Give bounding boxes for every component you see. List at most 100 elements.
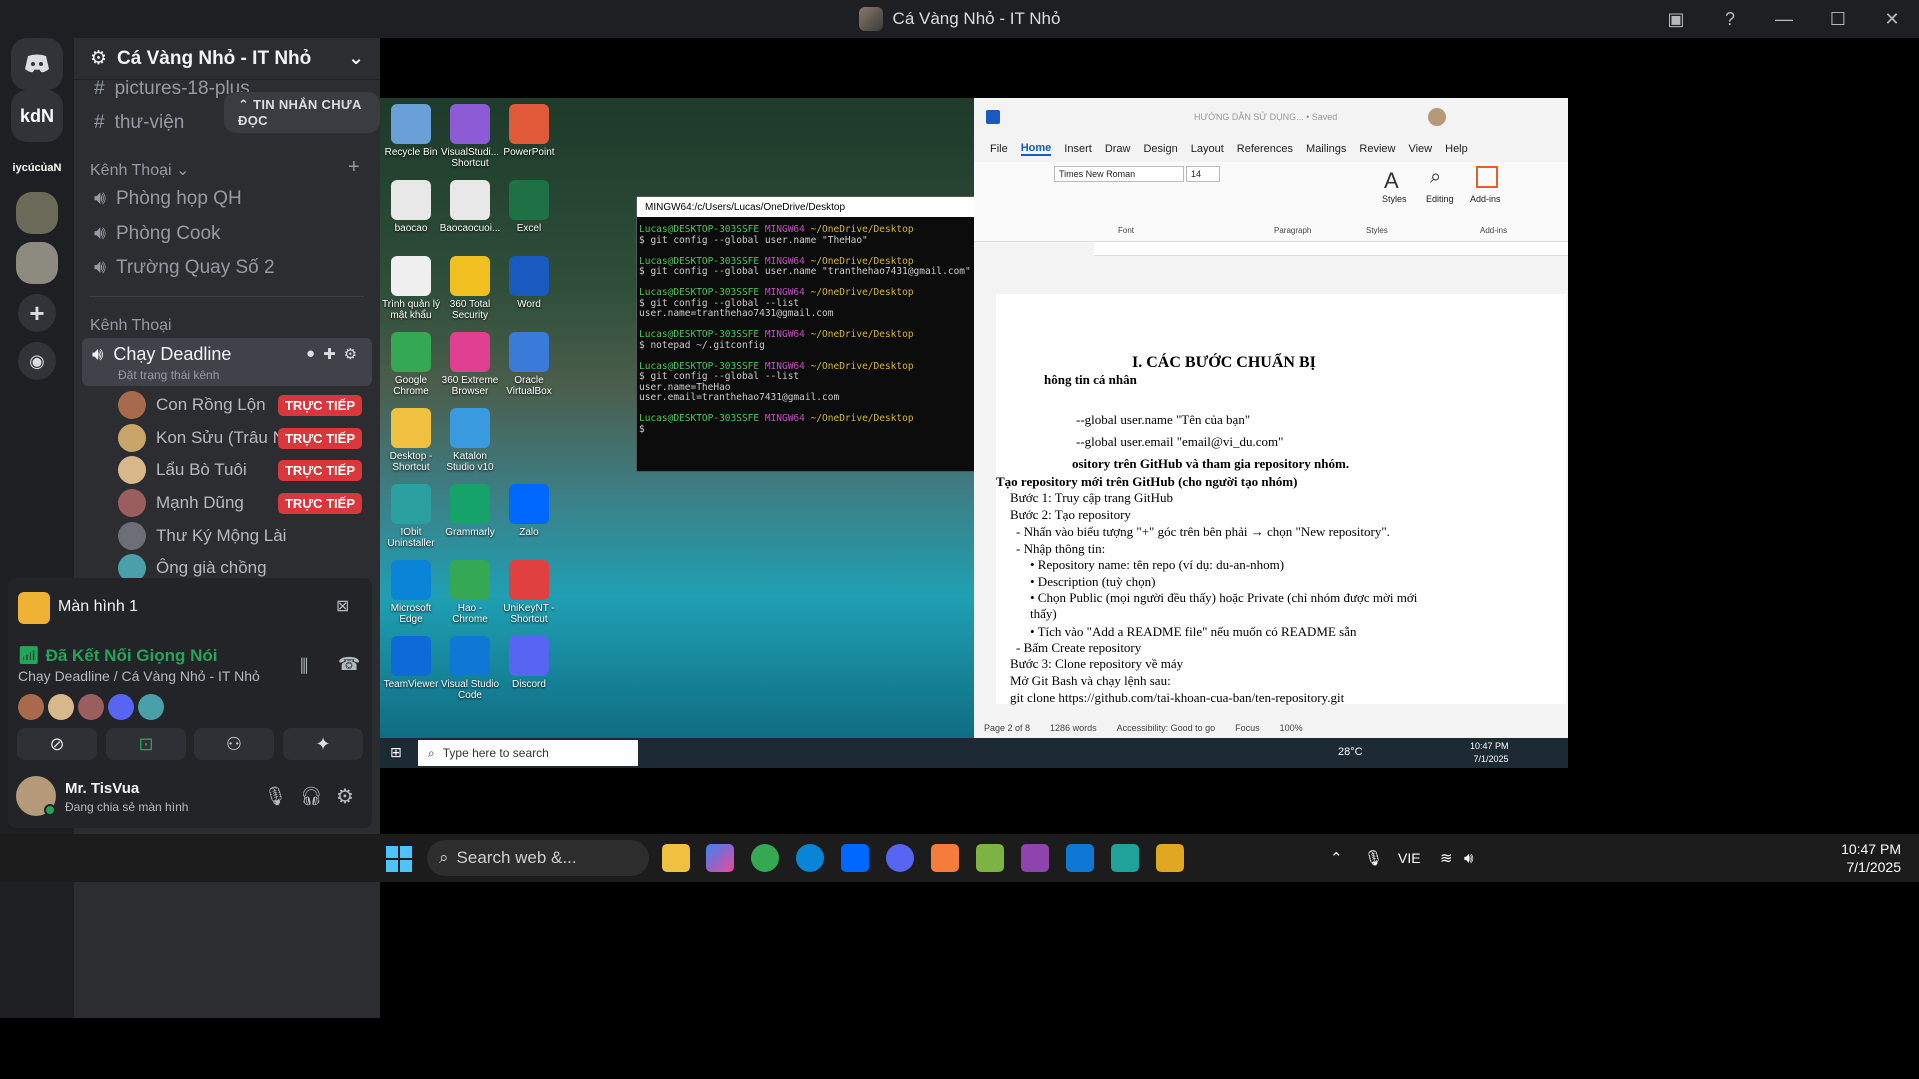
inner-search-box[interactable]: ⌕ Type here to search — [418, 740, 638, 766]
server-avatar-2[interactable] — [16, 242, 58, 284]
visual-studio-icon[interactable] — [1021, 844, 1049, 872]
screen-stream-view[interactable]: Recycle Bin VisualStudi... Shortcut PowerP… — [380, 98, 1568, 768]
share-screen-button[interactable]: ⊡ — [106, 728, 186, 760]
voice-channel-1[interactable]: 🔊︎ Phòng họp QH — [94, 188, 242, 210]
app-icon-teal[interactable] — [1111, 844, 1139, 872]
chat-bubble-icon[interactable]: ● — [306, 345, 315, 363]
unread-messages-pill[interactable]: ⌃ TIN NHẮN CHƯA ĐỌC — [224, 92, 380, 133]
word-window[interactable]: HƯỚNG DẪN SỬ DỤNG... • Saved File Home Ins… — [974, 98, 1568, 738]
desktop-icon[interactable]: 360 Total Security — [439, 256, 501, 321]
desktop-icon[interactable]: Microsoft Edge — [380, 560, 442, 625]
inbox-icon[interactable]: ▣ — [1649, 0, 1703, 38]
microphone-icon[interactable]: 🎙︎ — [264, 786, 287, 807]
desktop-icon[interactable]: IObit Uninstaller — [380, 484, 442, 549]
ribbon-tab-help[interactable]: Help — [1445, 143, 1468, 155]
document-page[interactable]: I. CÁC BƯỚC CHUẨN BỊ hông tin cá nhân --gl… — [996, 294, 1566, 705]
add-member-icon[interactable]: ✚ — [323, 345, 336, 363]
file-explorer-icon[interactable] — [662, 844, 690, 872]
channel-thu-vien[interactable]: # thư-viện — [94, 112, 184, 134]
desktop-icon[interactable]: Oracle VirtualBox — [498, 332, 560, 397]
discord-icon[interactable] — [886, 844, 914, 872]
desktop-icon[interactable]: Desktop - Shortcut — [380, 408, 442, 473]
guild-header[interactable]: ⚙ Cá Vàng Nhỏ - IT Nhỏ ⌄ — [74, 38, 380, 80]
server-iycucuan[interactable]: iycúcủaN — [11, 142, 63, 194]
zalo-icon[interactable] — [841, 844, 869, 872]
add-channel-icon[interactable]: + — [348, 156, 360, 179]
voice-location[interactable]: Chạy Deadline / Cá Vàng Nhỏ - IT Nhỏ — [18, 668, 260, 684]
desktop-icon[interactable]: Zalo — [498, 484, 560, 538]
noise-suppression-icon[interactable]: ⫼ — [300, 656, 308, 677]
add-server-icon[interactable]: + — [18, 294, 56, 332]
ribbon-tab-insert[interactable]: Insert — [1064, 143, 1092, 155]
desktop-icon[interactable]: Google Chrome — [380, 332, 442, 397]
desktop-icon[interactable]: Trình quản lý mật khẩu — [380, 256, 442, 321]
ribbon-tab-layout[interactable]: Layout — [1191, 143, 1224, 155]
taskbar-search[interactable]: ⌕ Search web &... — [427, 840, 649, 876]
maximize-button[interactable]: ☐ — [1811, 0, 1865, 38]
desktop-icon[interactable]: Excel — [498, 180, 560, 234]
discover-icon[interactable]: ◉ — [18, 342, 56, 380]
voice-member[interactable]: Lẩu Bò Tuôi TRỰC TIẾP — [118, 455, 370, 485]
volume-icon[interactable]: 🔊︎ — [1464, 834, 1473, 882]
taskbar-clock[interactable]: 10:47 PM 7/1/2025 — [1841, 840, 1901, 876]
start-icon[interactable]: ⊞ — [390, 744, 402, 761]
close-button[interactable]: ✕ — [1865, 0, 1919, 38]
voice-member[interactable]: Kon Sửu (Trâu Nư... TRỰC TIẾP — [118, 423, 370, 453]
desktop-icon[interactable]: Discord — [498, 636, 560, 690]
ribbon-tab-home[interactable]: Home — [1020, 142, 1052, 156]
stop-stream-icon[interactable]: ⊠ — [336, 596, 349, 616]
desktop-icon[interactable]: baocao — [380, 180, 442, 234]
desktop-icon[interactable]: Katalon Studio v10 — [439, 408, 501, 473]
desktop-icon[interactable]: Hao - Chrome — [439, 560, 501, 625]
edge-icon[interactable] — [796, 844, 824, 872]
desktop-icon[interactable]: TeamViewer — [380, 636, 442, 690]
app-icon-green[interactable] — [976, 844, 1004, 872]
ribbon-tab-mailings[interactable]: Mailings — [1306, 143, 1346, 155]
server-kdn[interactable]: kdN — [11, 90, 63, 142]
category-voice-2[interactable]: Kênh Thoại — [90, 317, 172, 335]
copilot-icon[interactable] — [706, 844, 734, 872]
minimize-button[interactable]: — — [1757, 0, 1811, 38]
editing-button[interactable]: Editing — [1426, 194, 1454, 204]
wifi-icon[interactable]: ≋ — [1440, 834, 1453, 882]
account-avatar[interactable] — [1428, 108, 1446, 126]
discord-home-icon[interactable] — [11, 38, 63, 90]
ribbon-tab-file[interactable]: File — [990, 143, 1008, 155]
gear-icon[interactable]: ⚙ — [344, 345, 357, 363]
set-channel-status[interactable]: Đặt trạng thái kênh — [118, 368, 219, 382]
help-icon[interactable]: ? — [1703, 0, 1757, 38]
ribbon-tab-design[interactable]: Design — [1143, 143, 1177, 155]
desktop-icon[interactable]: 360 Extreme Browser — [439, 332, 501, 397]
desktop-icon[interactable]: Recycle Bin — [380, 104, 442, 158]
ribbon-tab-view[interactable]: View — [1408, 143, 1432, 155]
mic-tray-icon[interactable]: 🎙︎ — [1364, 834, 1383, 882]
voice-member[interactable]: Mạnh Dũng TRỰC TIẾP — [118, 488, 370, 518]
desktop-icon[interactable]: Visual Studio Code — [439, 636, 501, 701]
styles-button[interactable]: Styles — [1382, 194, 1407, 204]
font-name-box[interactable]: Times New Roman — [1054, 166, 1184, 182]
activities-button[interactable]: ⚇ — [194, 728, 274, 760]
voice-channel-2[interactable]: 🔊︎ Phòng Cook — [94, 223, 221, 245]
language-indicator[interactable]: VIE — [1398, 834, 1421, 882]
voice-channel-3[interactable]: 🔊︎ Trường Quay Số 2 — [94, 257, 275, 279]
active-voice-channel[interactable]: 🔊︎ Chạy Deadline Đặt trạng thái kênh ● ✚ ⚙ — [82, 338, 372, 386]
disconnect-icon[interactable]: ☎ — [338, 654, 360, 675]
chrome-icon[interactable] — [751, 844, 779, 872]
ribbon-tab-references[interactable]: References — [1237, 143, 1293, 155]
ribbon-tab-draw[interactable]: Draw — [1105, 143, 1131, 155]
start-button[interactable] — [386, 846, 412, 872]
voice-member[interactable]: Con Rồng Lộn TRỰC TIẾP — [118, 390, 370, 420]
desktop-icon[interactable]: PowerPoint — [498, 104, 560, 158]
desktop-icon[interactable]: VisualStudi... Shortcut — [439, 104, 501, 169]
headphones-icon[interactable]: 🎧︎ — [300, 786, 323, 807]
desktop-icon[interactable]: Grammarly — [439, 484, 501, 538]
server-avatar-1[interactable] — [16, 192, 58, 234]
app-icon-yellow[interactable] — [1156, 844, 1184, 872]
addins-button[interactable]: Add-ins — [1470, 194, 1501, 204]
font-size-box[interactable]: 14 — [1186, 166, 1220, 182]
user-settings-icon[interactable]: ⚙ — [336, 784, 354, 809]
app-icon-orange[interactable] — [931, 844, 959, 872]
toggle-camera-button[interactable]: ⊘ — [17, 728, 97, 760]
desktop-icon[interactable]: UniKeyNT - Shortcut — [498, 560, 560, 625]
vscode-icon[interactable] — [1066, 844, 1094, 872]
